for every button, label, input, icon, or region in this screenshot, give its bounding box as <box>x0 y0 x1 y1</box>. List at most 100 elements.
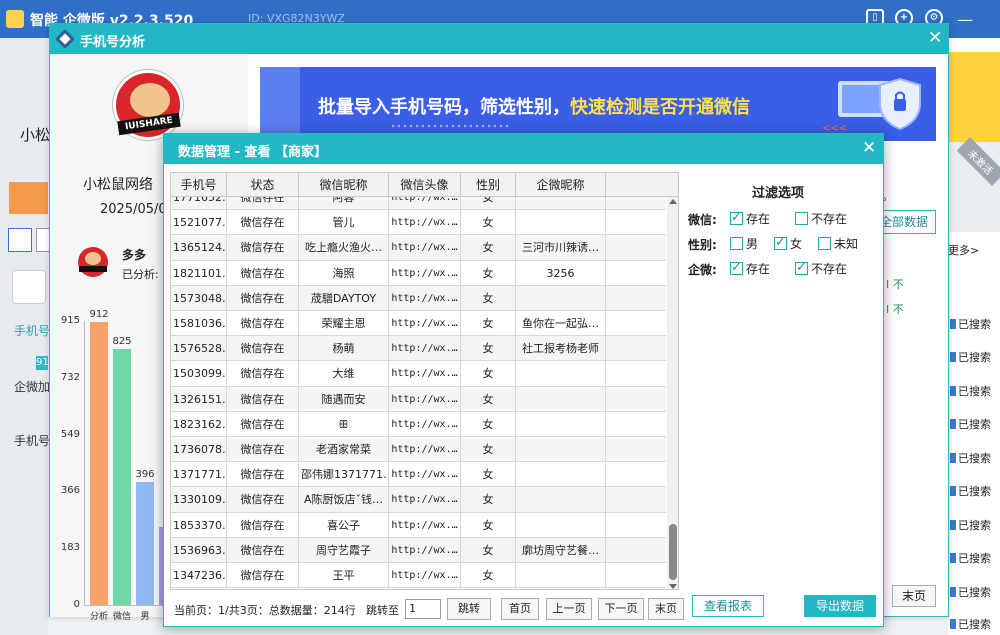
checkbox-icon[interactable] <box>774 235 787 250</box>
wechat-exists-checkbox[interactable]: 存在 <box>730 210 770 226</box>
checkbox-icon[interactable] <box>730 237 743 250</box>
gender-filter-label: 性别: <box>688 238 717 252</box>
checkbox-icon[interactable] <box>730 210 743 225</box>
table-row[interactable]: 1821101… 微信存在 海照 http://wx.… 女 3256 <box>171 260 666 286</box>
x-tick-label: 微信 <box>112 612 131 622</box>
table-cell <box>516 512 606 538</box>
column-header[interactable]: 状态 <box>227 173 299 197</box>
table-cell: http://wx.… <box>389 197 461 210</box>
table-cell: 1573048… <box>171 285 227 311</box>
company-logo: IUISHARE <box>113 70 183 140</box>
last-page-button[interactable]: 末页 <box>648 598 684 620</box>
gender-male-checkbox[interactable]: 男 <box>730 235 758 251</box>
gender-unknown-checkbox[interactable]: 未知 <box>818 235 858 251</box>
table-cell <box>516 437 606 462</box>
wechat-filter-label: 微信: <box>688 213 717 227</box>
corp-exists-checkbox[interactable]: 存在 <box>730 260 770 276</box>
end-page-button[interactable]: 末页 <box>892 585 936 607</box>
side-tab-corp[interactable]: 企微加 <box>14 378 50 395</box>
table-cell: 社工报考杨老师 <box>516 336 606 362</box>
table-row[interactable]: 1853370… 微信存在 喜公子 http://wx.… 女 <box>171 512 666 538</box>
page-number-input[interactable]: 1 <box>405 599 441 619</box>
table-cell: 1736078… <box>171 437 227 462</box>
view-report-button[interactable]: 查看报表 <box>692 595 764 617</box>
corp-not-exists-checkbox[interactable]: 不存在 <box>795 260 847 276</box>
table-cell: http://wx.… <box>389 386 461 412</box>
small-tile-icon-2[interactable] <box>36 228 50 252</box>
banner-text: 批量导入手机号码，筛选性别，快速检测是否开通微信 <box>318 97 750 118</box>
table-cell: 大维 <box>299 361 389 387</box>
corp-filter-label: 企微: <box>688 263 717 277</box>
prev-page-button[interactable]: 上一页 <box>546 598 592 620</box>
table-row[interactable]: 1521077… 微信存在 管儿 http://wx.… 女 <box>171 210 666 236</box>
scroll-thumb[interactable] <box>669 524 677 580</box>
table-cell <box>516 197 606 210</box>
table-cell: 女 <box>461 462 516 488</box>
scroll-up-icon[interactable] <box>669 199 677 204</box>
table-row[interactable]: 1326151… 微信存在 随遇而安 http://wx.… 女 <box>171 386 666 412</box>
table-row[interactable]: 1503099… 微信存在 大维 http://wx.… 女 <box>171 361 666 387</box>
next-page-button[interactable]: 下一页 <box>598 598 644 620</box>
gender-female-checkbox[interactable]: 女 <box>774 235 802 251</box>
table-cell: 女 <box>461 437 516 462</box>
side-tab-phone[interactable]: 手机号 <box>14 322 50 339</box>
table-cell: http://wx.… <box>389 512 461 538</box>
export-data-button[interactable]: 导出数据 <box>804 595 876 617</box>
small-tile-icon[interactable] <box>8 228 32 252</box>
bar-value-label: 396 <box>135 469 155 481</box>
table-row[interactable]: 1736078… 微信存在 老酒家常菜 http://wx.… 女 <box>171 437 666 463</box>
table-cell: 1326151… <box>171 386 227 412</box>
checkbox-icon[interactable] <box>795 260 808 275</box>
side-tab-phone-2[interactable]: 手机号 <box>14 432 50 449</box>
column-header[interactable]: 企微昵称 <box>516 173 606 197</box>
close-icon[interactable]: ✕ <box>928 28 942 48</box>
table-cell: 王平 <box>299 563 389 588</box>
company-name: 小松鼠网络 <box>83 177 153 193</box>
table-cell: 女 <box>461 197 516 210</box>
column-header[interactable]: 微信头像 <box>389 173 461 197</box>
table-cell: 女 <box>461 361 516 387</box>
table-cell <box>516 411 606 437</box>
scroll-down-icon[interactable] <box>669 584 677 589</box>
promo-banner[interactable]: 批量导入手机号码，筛选性别，快速检测是否开通微信 <<< <box>260 67 936 141</box>
table-cell: 1503099… <box>171 361 227 387</box>
checkbox-icon[interactable] <box>730 260 743 275</box>
table-cell <box>516 210 606 236</box>
more-link[interactable]: 更多> <box>948 242 979 258</box>
table-row[interactable]: 1573048… 微信存在 荿驓DAYTOY http://wx.… 女 <box>171 285 666 311</box>
table-cell: 海照 <box>299 260 389 286</box>
promo-banner-image[interactable] <box>948 52 1000 142</box>
column-header[interactable]: 微信昵称 <box>299 173 389 197</box>
orange-tile[interactable] <box>9 182 48 214</box>
table-cell: 女 <box>461 386 516 412</box>
table-row[interactable]: 1581036… 微信存在 荣耀主恩 http://wx.… 女鱼你在一起弘… <box>171 311 666 337</box>
table-row[interactable]: 1365124… 微信存在 吃上瘾火渔火… http://wx.… 女三河市川辣诱… <box>171 235 666 261</box>
first-page-button[interactable]: 首页 <box>501 598 539 620</box>
wechat-not-exists-checkbox[interactable]: 不存在 <box>795 210 847 226</box>
table-row[interactable]: 1347236… 微信存在 王平 http://wx.… 女 <box>171 563 666 589</box>
searched-label: 已搜索 <box>950 316 991 332</box>
bar-value-label: 912 <box>89 308 109 320</box>
table-cell: 女 <box>461 537 516 563</box>
table-cell: 1771652… <box>171 197 227 210</box>
searched-label: 已搜索 <box>950 616 991 632</box>
minimize-icon[interactable]: — <box>957 10 973 29</box>
checkbox-icon[interactable] <box>818 237 831 250</box>
table-cell: 三河市川辣诱… <box>516 235 606 261</box>
table-cell: 邵伟娜1371771… <box>299 462 389 488</box>
table-row[interactable]: 1536963… 微信存在 周守艺霞子 http://wx.… 女廓坊周守艺餐… <box>171 537 666 563</box>
table-row[interactable]: 1823162… 微信存在 ꕥ http://wx.… 女 <box>171 411 666 437</box>
table-cell: 女 <box>461 336 516 362</box>
table-cell: 微信存在 <box>227 437 299 462</box>
table-row[interactable]: 1771652… 微信存在 阿蓉 http://wx.… 女 <box>171 197 666 211</box>
close-icon[interactable]: ✕ <box>862 138 876 158</box>
table-row[interactable]: 1371771… 微信存在 邵伟娜1371771… http://wx.… 女 <box>171 462 666 488</box>
table-cell: 1371771… <box>171 462 227 488</box>
column-header[interactable]: 手机号 <box>171 173 227 197</box>
table-row[interactable]: 1576528… 微信存在 杨萌 http://wx.… 女社工报考杨老师 <box>171 336 666 362</box>
table-row[interactable]: 1330109… 微信存在 A陈厨饭店ˇ钱… http://wx.… 女 <box>171 487 666 513</box>
vertical-scrollbar[interactable] <box>667 197 678 589</box>
jump-button[interactable]: 跳转 <box>447 598 491 620</box>
checkbox-icon[interactable] <box>795 212 808 225</box>
column-header[interactable]: 性别 <box>461 173 516 197</box>
